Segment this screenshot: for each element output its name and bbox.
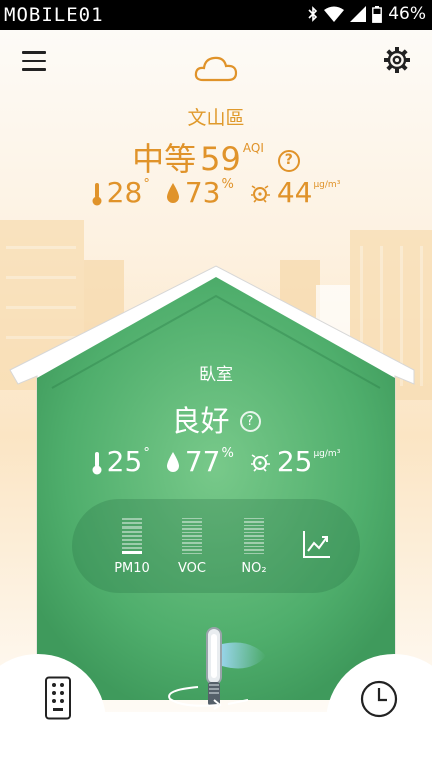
indoor-humidity: 77% (166, 447, 234, 477)
pm10-level-bars (122, 518, 142, 554)
outdoor-aqi: 中等 59 AQI? (0, 134, 432, 180)
signal-icon (350, 6, 367, 22)
pollutant-label: VOC (178, 561, 206, 576)
wifi-icon (324, 6, 345, 22)
room-air-status: 良好? (0, 398, 432, 440)
outdoor-particulates: 44 μg/m³ (250, 178, 340, 208)
status-carrier-logo: MOBILE01 (4, 4, 104, 26)
particulate-icon (250, 185, 270, 203)
particulate-icon (250, 454, 270, 472)
thermometer-icon (92, 183, 102, 206)
aqi-unit: AQI (242, 141, 264, 155)
bluetooth-icon (308, 6, 318, 22)
indoor-metrics: 25 ° 77% 25 μg/m³ (0, 447, 432, 477)
chart-button[interactable] (302, 529, 332, 559)
settings-button[interactable] (383, 46, 411, 74)
indoor-particulates: 25 μg/m³ (250, 447, 340, 477)
menu-button[interactable] (22, 51, 46, 73)
water-drop-icon (166, 452, 179, 472)
pollutant-label: NO₂ (241, 561, 267, 576)
water-drop-icon (166, 183, 179, 203)
clock-icon (360, 680, 398, 718)
room-help-button[interactable]: ? (239, 411, 261, 432)
pollutant-label: PM10 (114, 561, 150, 576)
aqi-value: 59 (200, 140, 241, 178)
pollutant-no2[interactable]: NO₂ (224, 518, 284, 576)
gear-icon (387, 50, 407, 70)
outdoor-humidity: 73% (166, 178, 234, 208)
status-indicators: 46% (308, 4, 426, 24)
no2-level-bars (244, 518, 264, 554)
outdoor-metrics: 28 ° 73% 44 μg/m³ (0, 178, 432, 208)
cloud-icon (194, 56, 238, 82)
chart-icon (303, 531, 330, 558)
pollutant-voc[interactable]: VOC (162, 518, 222, 576)
remote-control-button[interactable] (44, 676, 72, 720)
room-status-label: 良好 (171, 404, 230, 438)
battery-icon (372, 5, 383, 23)
pollutant-panel[interactable]: PM10 VOC NO₂ (72, 499, 360, 593)
schedule-button[interactable] (359, 679, 399, 719)
pollutant-pm10[interactable]: PM10 (102, 518, 162, 576)
voc-level-bars (182, 518, 202, 554)
battery-percent: 46% (388, 4, 426, 24)
remote-icon (45, 676, 71, 720)
location-name: 文山區 (187, 107, 245, 129)
aqi-help-button[interactable]: ? (277, 150, 300, 172)
outdoor-temperature: 28 ° (92, 178, 150, 208)
thermometer-icon (92, 452, 102, 475)
rotation-arrow-icon (168, 686, 249, 710)
status-bar: MOBILE01 46% (0, 0, 432, 30)
indoor-temperature: 25 ° (92, 447, 150, 477)
menu-icon (22, 51, 46, 54)
aqi-level-label: 中等 (132, 140, 197, 178)
room-name: 臥室 (199, 365, 233, 385)
